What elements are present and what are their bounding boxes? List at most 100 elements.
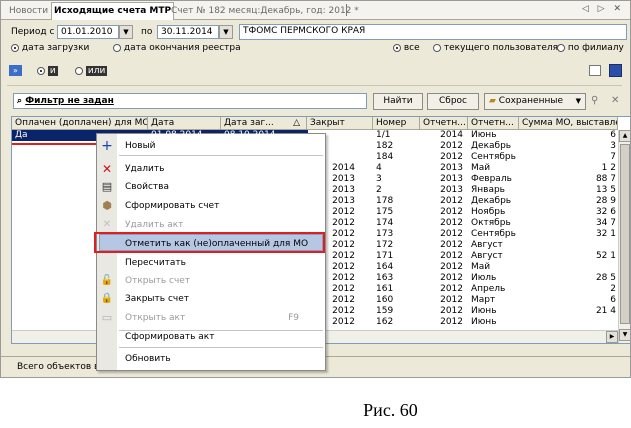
table-cell-month: Июнь [471, 130, 497, 140]
table-cell-sum: 21 4 [595, 306, 616, 316]
table-cell-num: 162 [376, 317, 394, 327]
fund-select[interactable]: ТФОМС ПЕРМСКОГО КРАЯ [239, 24, 627, 40]
logic-and-label: и [47, 66, 58, 76]
menu-item-7[interactable]: Пересчитать [97, 254, 325, 272]
radio-end-date[interactable]: дата окончания реестра [113, 43, 241, 53]
filter-field[interactable]: ⌕ Фильтр не задан [13, 93, 367, 109]
radio-dot-icon [433, 43, 441, 52]
menu-item-10: ▭ Открыть акт F9 [97, 309, 325, 327]
clear-filter-icon[interactable]: ✕ [611, 95, 619, 106]
lock-icon: 🔒 [100, 293, 114, 304]
radio-end-date-label: дата окончания реестра [123, 43, 241, 53]
table-cell-num: 1/1 [376, 130, 391, 140]
table-cell-num: 160 [376, 295, 394, 305]
col-header-number[interactable]: Номер [373, 117, 420, 130]
menu-item-label: Свойства [125, 182, 169, 192]
col-header-sum[interactable]: Сумма МО, выставле [519, 117, 618, 130]
table-cell-sum: 88 7 [595, 174, 616, 184]
table-cell-month: Июнь [471, 306, 497, 316]
scroll-up-icon[interactable]: ▲ [619, 130, 630, 142]
col-header-paid[interactable]: Оплачен (доплачен) для МО [12, 117, 148, 130]
tab-nav-arrows-icon[interactable]: ◁ ▷ ✕ [582, 4, 624, 14]
table-cell-sum [522, 240, 616, 251]
col-header-load-date[interactable]: Дата заг... △ [221, 117, 307, 130]
menu-item-3[interactable]: ▤ Свойства [97, 178, 325, 196]
date-to-dropdown-icon[interactable]: ▼ [219, 25, 233, 39]
logic-and[interactable]: и [37, 66, 58, 76]
annotation-underline [12, 143, 96, 145]
scroll-thumb[interactable] [620, 144, 630, 324]
table-cell-sum [522, 262, 616, 273]
tab-invoice-182[interactable]: Счет № 182 месяц:Декабрь, год: 2012 * [169, 4, 361, 18]
table-cell-sum: 6 [610, 295, 616, 305]
package-icon: ⬢ [102, 199, 112, 212]
radio-load-date[interactable]: дата загрузки [11, 43, 89, 53]
table-cell-month: Октябрь [471, 218, 511, 228]
menu-item-2[interactable]: ✕ Удалить [97, 160, 325, 178]
table-cell-num: 174 [376, 218, 394, 228]
period-label: Период с [11, 27, 55, 37]
reset-button[interactable]: Сброс [427, 93, 479, 110]
table-cell-month: Август [471, 251, 503, 261]
lock-open-icon: 🔓 [100, 275, 114, 286]
menu-item-shortcut: F9 [288, 313, 299, 323]
status-text: Всего объектов в [17, 362, 100, 372]
table-cell-year: 2012 [440, 229, 463, 239]
table-cell-sum [522, 317, 616, 328]
table-cell-num: 182 [376, 141, 394, 151]
folder-icon: ▰ [489, 96, 496, 106]
radio-all[interactable]: все [393, 43, 420, 53]
table-cell-year: 2012 [440, 317, 463, 327]
menu-item-9[interactable]: 🔒 Закрыть счет [97, 290, 325, 308]
table-cell-sum: 13 5 [595, 185, 616, 195]
menu-item-label: Открыть счет [125, 276, 191, 286]
table-cell-sum: 52 1 [595, 251, 616, 261]
menu-item-4[interactable]: ⬢ Сформировать счет [97, 197, 325, 215]
radio-all-label: все [403, 43, 420, 53]
table-cell-num: 159 [376, 306, 394, 316]
table-cell-year: 2012 [440, 218, 463, 228]
col-header-load-date-label: Дата заг... [224, 118, 274, 128]
vertical-scrollbar[interactable]: ▲ ▼ [618, 130, 630, 343]
col-header-report-year[interactable]: Отчетн... [420, 117, 468, 130]
table-cell-year: 2012 [440, 295, 463, 305]
date-from-input[interactable]: 01.01.2010 [57, 25, 119, 39]
table-cell-month: Август [471, 240, 503, 250]
logic-or[interactable]: или [75, 66, 108, 76]
delete-x-icon: ✕ [101, 162, 113, 176]
col-header-report-month[interactable]: Отчетн... [468, 117, 519, 130]
list-view-icon[interactable] [589, 65, 601, 76]
table-cell-month: Февраль [471, 174, 512, 184]
scroll-right-icon[interactable]: ▶ [606, 331, 618, 343]
table-cell-num: 171 [376, 251, 394, 261]
radio-load-date-label: дата загрузки [21, 43, 90, 53]
date-to-input[interactable]: 30.11.2014 [157, 25, 219, 39]
scroll-down-icon[interactable]: ▼ [619, 329, 630, 341]
expand-icon[interactable]: » [9, 65, 22, 76]
find-button[interactable]: Найти [373, 93, 423, 110]
radio-current-user[interactable]: текущего пользователя [433, 43, 558, 53]
filter-text: Фильтр не задан [25, 96, 114, 106]
saved-filters-button[interactable]: ▰ Сохраненные ▼ [484, 93, 586, 110]
menu-separator [119, 347, 323, 348]
menu-item-label: Удалить [125, 164, 165, 174]
radio-current-user-label: текущего пользователя [443, 43, 559, 53]
table-cell-year: 2012 [440, 152, 463, 162]
chevron-down-icon: ▼ [575, 97, 581, 105]
delete-act-icon: ✕ [102, 219, 112, 230]
menu-item-12[interactable]: Обновить [97, 350, 325, 368]
col-header-date[interactable]: Дата [148, 117, 221, 130]
table-cell-num: 4 [376, 163, 382, 173]
save-disk-icon[interactable] [609, 64, 622, 77]
table-cell-year: 2012 [440, 284, 463, 294]
pin-icon[interactable]: ⚲ [591, 95, 598, 106]
tab-news[interactable]: Новости [7, 4, 50, 18]
tab-bar: Новости Исходящие счета МТР Счет № 182 м… [1, 1, 630, 20]
table-cell-month: Январь [471, 185, 505, 195]
radio-branch[interactable]: по филиалу [557, 43, 624, 53]
col-header-closed[interactable]: Закрыт [307, 117, 373, 130]
tab-outgoing-invoices[interactable]: Исходящие счета МТР [51, 2, 175, 20]
date-from-dropdown-icon[interactable]: ▼ [119, 25, 133, 39]
menu-separator [119, 330, 323, 331]
table-cell-date: 01.08.2014 [151, 130, 203, 140]
